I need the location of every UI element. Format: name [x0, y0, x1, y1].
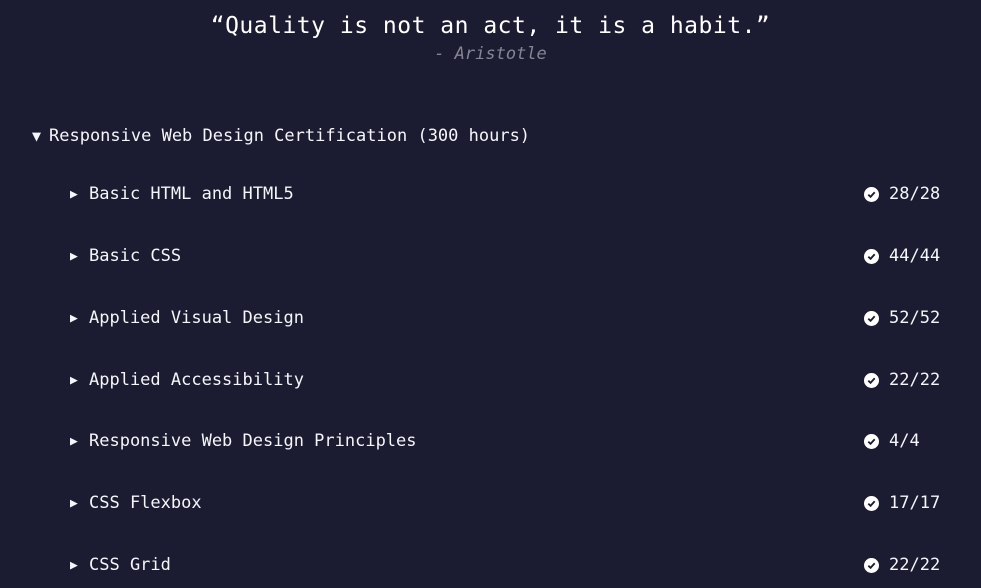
block-title: CSS Flexbox	[89, 493, 202, 513]
collapsed-arrow-icon: ▶	[70, 495, 78, 511]
block-progress-text: 52/52	[889, 308, 941, 328]
block-title: Basic CSS	[89, 246, 182, 266]
quote-block: “Quality is not an act, it is a habit.” …	[0, 10, 981, 66]
block-title: CSS Grid	[89, 555, 171, 575]
block-row-applied-visual-design[interactable]: ▶ Applied Visual Design 52/52	[70, 304, 946, 332]
block-progress: 44/44	[864, 246, 946, 266]
block-progress-text: 22/22	[889, 555, 941, 575]
block-title: Responsive Web Design Principles	[89, 431, 417, 451]
block-progress: 52/52	[864, 308, 946, 328]
collapsed-arrow-icon: ▶	[70, 310, 78, 326]
check-circle-icon	[864, 433, 879, 449]
expanded-arrow-icon: ▼	[32, 127, 42, 145]
superblock-responsive-web-design: ▼ Responsive Web Design Certification (3…	[32, 122, 952, 575]
check-circle-icon	[864, 372, 879, 388]
block-progress: 4/4	[864, 431, 946, 451]
block-progress-text: 22/22	[889, 370, 941, 390]
block-title: Basic HTML and HTML5	[89, 184, 294, 204]
block-progress-text: 44/44	[889, 246, 941, 266]
block-progress: 22/22	[864, 370, 946, 390]
block-progress: 22/22	[864, 555, 946, 575]
block-row-basic-html[interactable]: ▶ Basic HTML and HTML5 28/28	[70, 180, 946, 208]
block-row-responsive-web-design-principles[interactable]: ▶ Responsive Web Design Principles 4/4	[70, 427, 946, 455]
block-row-applied-accessibility[interactable]: ▶ Applied Accessibility 22/22	[70, 366, 946, 394]
block-title: Applied Visual Design	[89, 308, 304, 328]
collapsed-arrow-icon: ▶	[70, 557, 78, 573]
check-circle-icon	[864, 310, 879, 326]
superblock-toggle-button[interactable]: ▼ Responsive Web Design Certification (3…	[32, 122, 952, 150]
check-circle-icon	[864, 248, 879, 264]
check-circle-icon	[864, 495, 879, 511]
quote-text: “Quality is not an act, it is a habit.”	[210, 13, 771, 39]
collapsed-arrow-icon: ▶	[70, 248, 78, 264]
collapsed-arrow-icon: ▶	[70, 372, 78, 388]
block-row-basic-css[interactable]: ▶ Basic CSS 44/44	[70, 242, 946, 270]
block-row-css-flexbox[interactable]: ▶ CSS Flexbox 17/17	[70, 489, 946, 517]
block-row-css-grid[interactable]: ▶ CSS Grid 22/22	[70, 551, 946, 579]
superblock-title: Responsive Web Design Certification (300…	[49, 126, 531, 146]
block-progress-text: 17/17	[889, 493, 941, 513]
check-circle-icon	[864, 557, 879, 573]
block-progress: 17/17	[864, 493, 946, 513]
block-title: Applied Accessibility	[89, 370, 304, 390]
collapsed-arrow-icon: ▶	[70, 433, 78, 449]
block-progress-text: 28/28	[889, 184, 941, 204]
block-progress: 28/28	[864, 184, 946, 204]
block-progress-text: 4/4	[889, 431, 920, 451]
collapsed-arrow-icon: ▶	[70, 186, 78, 202]
check-circle-icon	[864, 186, 879, 202]
quote-author: - Aristotle	[434, 44, 547, 64]
